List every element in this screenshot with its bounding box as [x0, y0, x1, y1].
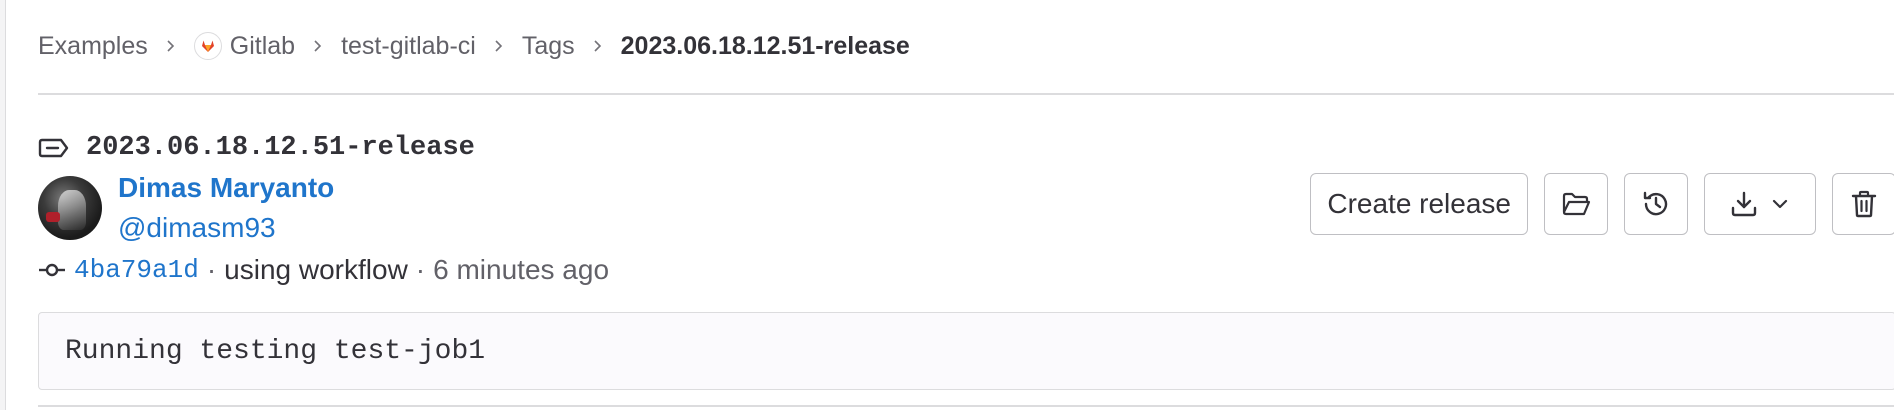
chevron-right-icon	[314, 40, 322, 52]
chevron-down-icon	[1772, 199, 1788, 209]
breadcrumb: Examples Gitlab test-gitlab-ci Tags 2023…	[38, 30, 910, 62]
create-release-button[interactable]: Create release	[1310, 173, 1528, 235]
download-icon	[1731, 191, 1757, 217]
tag-message-box: Running testing test-job1	[38, 312, 1894, 390]
author-name-link[interactable]: Dimas Maryanto	[118, 172, 334, 204]
gitlab-group-avatar	[193, 32, 222, 60]
commit-message: using workflow	[224, 254, 408, 285]
download-dropdown-button[interactable]	[1704, 173, 1816, 235]
breadcrumb-current: 2023.06.18.12.51-release	[620, 31, 910, 60]
breadcrumb-item-project[interactable]: test-gitlab-ci	[341, 32, 476, 61]
chevron-right-icon	[167, 40, 174, 52]
tag-icon	[38, 138, 69, 158]
gitlab-logo-icon	[201, 40, 214, 52]
tag-actions: Create release	[1294, 173, 1894, 235]
divider	[38, 93, 1894, 95]
avatar-photo-detail	[58, 190, 86, 230]
breadcrumb-item-label[interactable]: Gitlab	[230, 32, 295, 61]
tag-detail-page: Examples Gitlab test-gitlab-ci Tags 2023…	[0, 0, 1894, 410]
breadcrumb-item-tags[interactable]: Tags	[522, 32, 575, 61]
chevron-right-icon	[594, 40, 601, 52]
avatar[interactable]	[38, 176, 102, 240]
commits-history-button[interactable]	[1624, 173, 1688, 235]
commit-icon	[39, 263, 65, 277]
history-icon	[1643, 191, 1668, 216]
sidebar-edge	[0, 0, 6, 410]
trash-icon	[1851, 190, 1877, 218]
delete-tag-button[interactable]	[1832, 173, 1894, 235]
commit-sha-link[interactable]: 4ba79a1d	[74, 255, 199, 285]
tag-title: 2023.06.18.12.51-release	[38, 132, 475, 164]
avatar-photo-accent	[46, 212, 60, 222]
separator-dot: ·	[206, 254, 217, 285]
browse-files-button[interactable]	[1544, 173, 1608, 235]
commit-line: 4ba79a1d · using workflow · 6 minutes ag…	[38, 252, 609, 288]
separator-dot: ·	[415, 254, 426, 285]
folder-icon	[1562, 192, 1591, 216]
tag-name: 2023.06.18.12.51-release	[86, 133, 475, 163]
breadcrumb-item-examples[interactable]: Examples	[38, 32, 148, 61]
divider	[38, 405, 1894, 407]
author-handle-link[interactable]: @dimasm93	[118, 212, 276, 244]
chevron-right-icon	[495, 40, 502, 52]
breadcrumb-item-gitlab[interactable]: Gitlab	[193, 32, 295, 61]
tag-message: Running testing test-job1	[65, 335, 486, 367]
commit-time: 6 minutes ago	[433, 254, 610, 285]
